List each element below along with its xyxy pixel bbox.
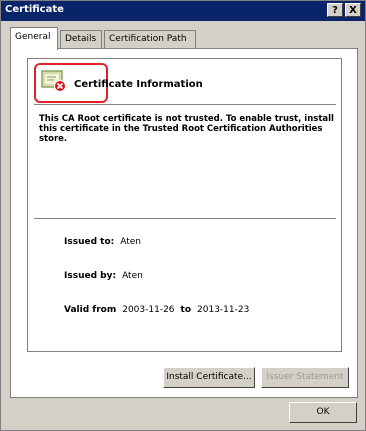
issued-to-label: Issued to: (64, 237, 115, 247)
help-button[interactable]: ? (327, 3, 343, 17)
issued-to-value: Aten (120, 237, 142, 247)
issuer-statement-button[interactable]: Issuer Statement (261, 367, 349, 388)
valid-from-label: Valid from (64, 305, 117, 315)
tab-general[interactable]: General (10, 27, 58, 50)
certificate-information-heading: Certificate Information (74, 79, 203, 90)
close-button[interactable]: X (345, 3, 361, 17)
tab-details[interactable]: Details (60, 30, 102, 49)
valid-to-label: to (180, 305, 192, 315)
ok-button[interactable]: OK (289, 402, 357, 423)
issued-by-row: Issued by: Aten (64, 271, 143, 281)
heading-separator (34, 104, 336, 105)
issued-by-label: Issued by: (64, 271, 117, 281)
details-separator (34, 218, 336, 219)
valid-from-value: 2003-11-26 (122, 305, 175, 315)
issued-to-row: Issued to: Aten (64, 237, 141, 247)
tab-certification-path[interactable]: Certification Path (104, 30, 196, 49)
install-certificate-button[interactable]: Install Certificate... (163, 367, 255, 388)
validity-row: Valid from 2003-11-26 to 2013-11-23 (64, 305, 249, 315)
trust-warning-message: This CA Root certificate is not trusted.… (39, 114, 334, 144)
window-title: Certificate (5, 4, 64, 15)
title-bar[interactable]: Certificate ? X (1, 1, 365, 21)
valid-to-value: 2013-11-23 (197, 305, 250, 315)
certificate-dialog: Certificate ? X General Details Certific… (0, 0, 366, 431)
issued-by-value: Aten (122, 271, 143, 281)
